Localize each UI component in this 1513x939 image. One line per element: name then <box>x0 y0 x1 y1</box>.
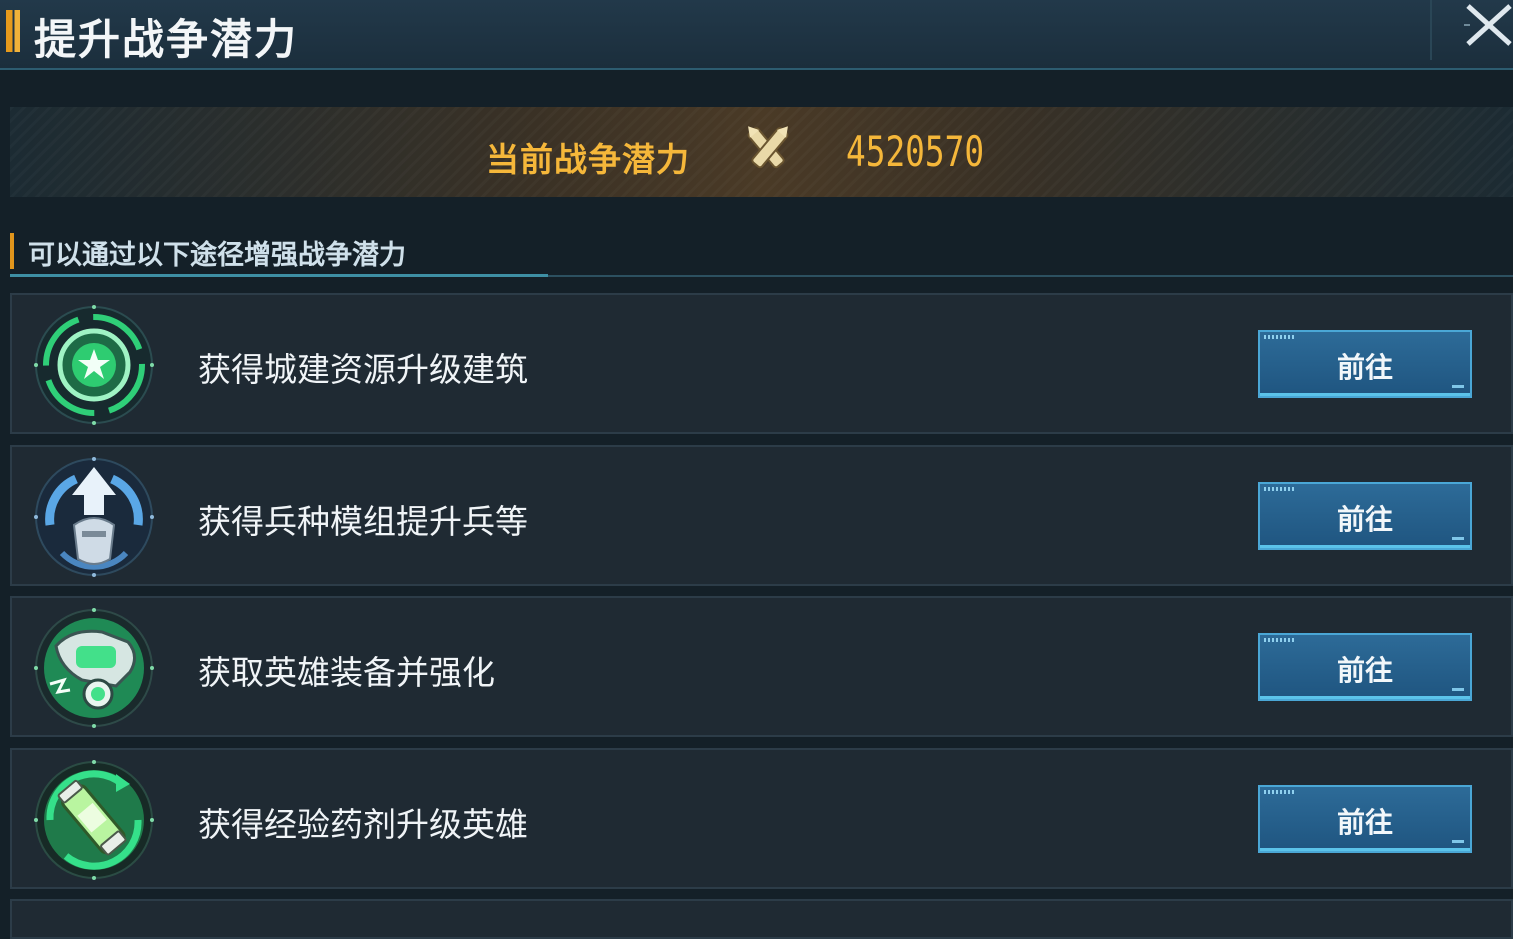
list-item-partial <box>10 899 1513 939</box>
button-decor <box>1264 790 1296 794</box>
war-potential-banner: 当前战争潜力 4520570 <box>10 107 1513 197</box>
button-decor <box>1452 840 1464 843</box>
list-item-label: 获取英雄装备并强化 <box>198 653 495 692</box>
section-header: 可以通过以下途径增强战争潜力 <box>10 229 1513 277</box>
button-decor <box>1452 537 1464 540</box>
section-underline <box>10 274 548 277</box>
close-icon[interactable] <box>1464 2 1513 48</box>
button-decor <box>1452 385 1464 388</box>
list-item: 获得城建资源升级建筑 前往 <box>10 293 1513 434</box>
section-accent-bar <box>10 233 14 269</box>
button-decor <box>1264 335 1296 339</box>
crossed-bullets-icon <box>747 126 789 169</box>
go-button-hero-exp[interactable]: 前往 <box>1258 785 1472 853</box>
go-button-label: 前往 <box>1336 806 1393 839</box>
hero-equipment-icon <box>34 608 154 728</box>
title-accent-bar <box>6 10 20 52</box>
star-gear-icon <box>34 305 154 425</box>
title-bar: 提升战争潜力 <box>0 0 1513 70</box>
exp-potion-icon <box>34 760 154 880</box>
list-item-label: 获得兵种模组提升兵等 <box>198 502 528 541</box>
soldier-upgrade-icon <box>34 457 154 577</box>
list-item-label: 获得经验药剂升级英雄 <box>198 805 528 844</box>
go-button-equipment[interactable]: 前往 <box>1258 633 1472 701</box>
go-button-label: 前往 <box>1336 654 1393 687</box>
go-button-troops[interactable]: 前往 <box>1258 482 1472 550</box>
list-item: 获取英雄装备并强化 前往 <box>10 596 1513 737</box>
go-button-label: 前往 <box>1336 503 1393 536</box>
button-decor <box>1264 638 1296 642</box>
war-potential-value: 4520570 <box>846 127 985 176</box>
list-item: 获得经验药剂升级英雄 前往 <box>10 748 1513 889</box>
close-button[interactable] <box>1430 0 1513 60</box>
list-item: 获得兵种模组提升兵等 前往 <box>10 445 1513 586</box>
page-title: 提升战争潜力 <box>34 15 299 64</box>
button-decor <box>1452 688 1464 691</box>
war-potential-label: 当前战争潜力 <box>486 140 690 179</box>
section-title: 可以通过以下途径增强战争潜力 <box>28 240 406 271</box>
go-button-buildings[interactable]: 前往 <box>1258 330 1472 398</box>
go-button-label: 前往 <box>1336 351 1393 384</box>
list-item-label: 获得城建资源升级建筑 <box>198 350 528 389</box>
button-decor <box>1264 487 1296 491</box>
